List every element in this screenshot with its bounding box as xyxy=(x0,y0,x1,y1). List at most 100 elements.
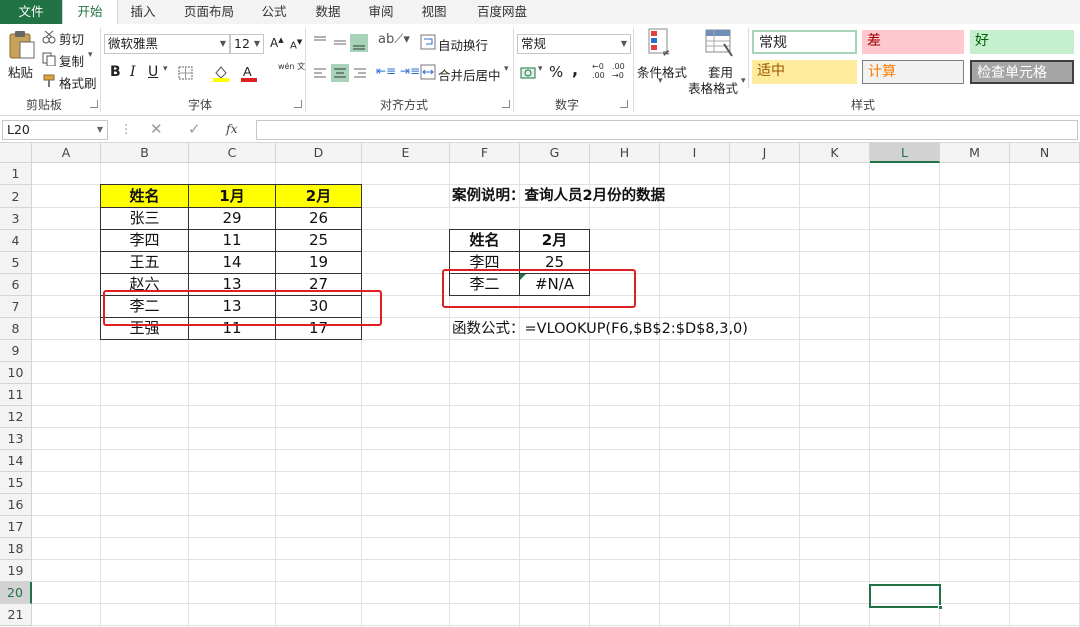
tab-file[interactable]: 文件 xyxy=(0,0,62,24)
table1-cell[interactable]: 26 xyxy=(275,207,362,230)
row-header-12[interactable]: 12 xyxy=(0,406,32,428)
tab-formulas[interactable]: 公式 xyxy=(250,0,298,24)
merge-center-button[interactable]: 合并后居中 xyxy=(438,65,501,84)
orientation-icon[interactable]: ab⟋▾ xyxy=(378,32,410,47)
column-header-k[interactable]: K xyxy=(800,143,870,163)
increase-decimal-icon[interactable]: ←0.00 xyxy=(592,62,605,80)
row-header-3[interactable]: 3 xyxy=(0,208,32,230)
row-header-21[interactable]: 21 xyxy=(0,604,32,626)
fill-color-icon[interactable] xyxy=(212,64,230,82)
italic-button[interactable]: I xyxy=(130,64,136,80)
cell-style-calculation[interactable]: 计算 xyxy=(862,60,964,84)
row-header-14[interactable]: 14 xyxy=(0,450,32,472)
table1-cell[interactable]: 李四 xyxy=(100,229,189,252)
formula-description[interactable]: 函数公式：=VLOOKUP(F6,$B$2:$D$8,3,0) xyxy=(452,318,748,340)
indent-icons[interactable]: ⇤≡ ⇥≡ xyxy=(376,64,420,78)
row-header-4[interactable]: 4 xyxy=(0,230,32,252)
accounting-format-icon[interactable] xyxy=(520,65,540,81)
paste-button[interactable]: 粘贴 xyxy=(8,62,33,81)
table1-header-cell[interactable]: 姓名 xyxy=(100,184,189,208)
row-header-19[interactable]: 19 xyxy=(0,560,32,582)
row-header-2[interactable]: 2 xyxy=(0,185,32,208)
font-color-icon[interactable]: A xyxy=(240,64,258,82)
column-header-j[interactable]: J xyxy=(730,143,800,163)
more-options-icon[interactable]: ⋮ xyxy=(120,121,133,136)
increase-font-icon[interactable]: A▲ xyxy=(270,36,284,50)
row-header-11[interactable]: 11 xyxy=(0,384,32,406)
row-header-18[interactable]: 18 xyxy=(0,538,32,560)
row-header-6[interactable]: 6 xyxy=(0,274,32,296)
cell-style-check-cell[interactable]: 检查单元格 xyxy=(970,60,1074,84)
table1-cell[interactable]: 11 xyxy=(188,229,276,252)
row-header-17[interactable]: 17 xyxy=(0,516,32,538)
row-header-9[interactable]: 9 xyxy=(0,340,32,362)
copy-button[interactable]: 复制 xyxy=(59,51,84,70)
borders-icon[interactable] xyxy=(178,66,194,80)
tab-page-layout[interactable]: 页面布局 xyxy=(172,0,246,24)
underline-button[interactable]: U xyxy=(148,64,158,80)
underline-dropdown-arrow[interactable]: ▾ xyxy=(163,64,168,74)
column-header-m[interactable]: M xyxy=(940,143,1010,163)
insert-function-icon[interactable]: fx xyxy=(226,121,238,136)
copy-dropdown-arrow[interactable]: ▾ xyxy=(88,50,93,60)
wrap-text-button[interactable]: 自动换行 xyxy=(438,35,488,54)
tab-review[interactable]: 审阅 xyxy=(357,0,405,24)
table1-header-cell[interactable]: 2月 xyxy=(275,184,362,208)
clipboard-launcher-icon[interactable] xyxy=(90,100,98,108)
name-box[interactable]: L20 ▼ xyxy=(2,120,108,140)
row-header-5[interactable]: 5 xyxy=(0,252,32,274)
cell-style-normal[interactable]: 常规 xyxy=(752,30,857,54)
table1-cell[interactable]: 19 xyxy=(275,251,362,274)
fill-handle[interactable] xyxy=(938,605,943,610)
paste-icon[interactable] xyxy=(8,30,36,60)
column-header-c[interactable]: C xyxy=(189,143,276,163)
column-header-h[interactable]: H xyxy=(590,143,660,163)
row-header-7[interactable]: 7 xyxy=(0,296,32,318)
table-format-label-2[interactable]: 表格格式 xyxy=(688,78,738,97)
comma-button[interactable]: , xyxy=(572,60,578,79)
number-launcher-icon[interactable] xyxy=(620,100,628,108)
row-header-15[interactable]: 15 xyxy=(0,472,32,494)
select-all-corner[interactable] xyxy=(0,143,32,163)
row-header-1[interactable]: 1 xyxy=(0,163,32,185)
horizontal-align-icons[interactable] xyxy=(312,64,372,82)
phonetic-button[interactable]: wén 文 xyxy=(278,62,305,71)
format-painter-button[interactable]: 格式刷 xyxy=(59,73,97,92)
vertical-align-icons[interactable] xyxy=(312,34,372,52)
tab-view[interactable]: 视图 xyxy=(410,0,458,24)
column-header-i[interactable]: I xyxy=(660,143,730,163)
alignment-launcher-icon[interactable] xyxy=(502,100,510,108)
cell-style-bad[interactable]: 差 xyxy=(862,30,964,54)
column-header-n[interactable]: N xyxy=(1010,143,1080,163)
bold-button[interactable]: B xyxy=(110,64,121,80)
enter-icon[interactable]: ✓ xyxy=(188,120,201,138)
cell-style-neutral[interactable]: 适中 xyxy=(752,60,857,84)
tab-insert[interactable]: 插入 xyxy=(118,0,168,24)
table1-cell[interactable]: 14 xyxy=(188,251,276,274)
accounting-dropdown-arrow[interactable]: ▾ xyxy=(538,64,543,74)
table1-header-cell[interactable]: 1月 xyxy=(188,184,276,208)
decrease-font-icon[interactable]: A▼ xyxy=(290,38,302,51)
percent-button[interactable]: % xyxy=(549,63,563,81)
row-header-8[interactable]: 8 xyxy=(0,318,32,340)
table-format-dropdown-arrow[interactable]: ▾ xyxy=(741,76,746,86)
column-header-a[interactable]: A xyxy=(32,143,101,163)
row-header-10[interactable]: 10 xyxy=(0,362,32,384)
cut-button[interactable]: 剪切 xyxy=(59,29,84,48)
column-header-e[interactable]: E xyxy=(362,143,450,163)
decrease-decimal-icon[interactable]: .00 →0 xyxy=(612,62,625,80)
column-header-f[interactable]: F xyxy=(450,143,520,163)
formula-input[interactable] xyxy=(256,120,1078,140)
case-title[interactable]: 案例说明：查询人员2月份的数据 xyxy=(452,185,665,207)
tab-home[interactable]: 开始 xyxy=(62,0,118,24)
cancel-icon[interactable]: ✕ xyxy=(150,120,163,138)
conditional-dropdown-arrow[interactable]: ▾ xyxy=(658,76,663,86)
font-size-select[interactable]: 12 ▼ xyxy=(230,34,264,54)
row-header-20[interactable]: 20 xyxy=(0,582,32,604)
table1-cell[interactable]: 王五 xyxy=(100,251,189,274)
table2-header-cell[interactable]: 2月 xyxy=(519,229,590,252)
merge-dropdown-arrow[interactable]: ▾ xyxy=(504,64,509,74)
row-header-16[interactable]: 16 xyxy=(0,494,32,516)
table1-cell[interactable]: 29 xyxy=(188,207,276,230)
column-header-d[interactable]: D xyxy=(276,143,362,163)
